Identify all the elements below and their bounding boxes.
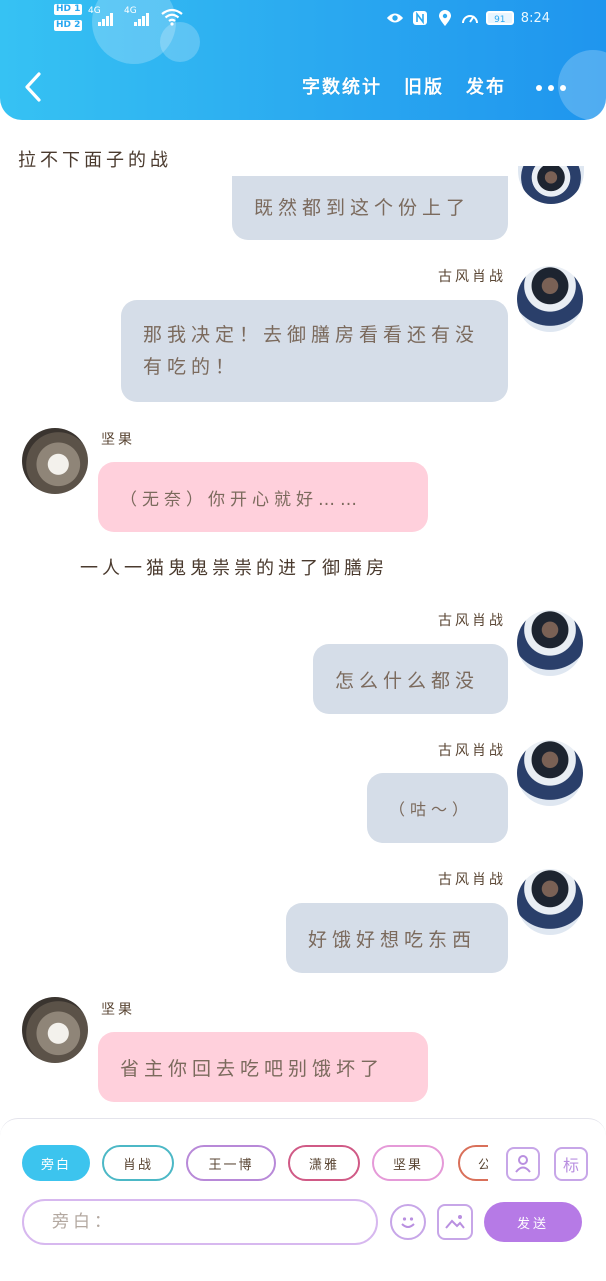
chip-wangyibo[interactable]: 王一博: [186, 1145, 276, 1181]
message-bubble[interactable]: 好饿好想吃东西: [286, 903, 508, 973]
back-button[interactable]: [20, 70, 46, 104]
more-dots-icon: [536, 85, 542, 91]
emoji-icon: [401, 1217, 415, 1228]
message-text: 那我决定！去御膳房看看还有没有吃的！: [143, 324, 480, 378]
chip-more-role[interactable]: 公: [458, 1145, 488, 1181]
signal-icon: [98, 12, 114, 26]
status-icons: 91 8:24: [386, 10, 550, 26]
battery-indicator: 91: [485, 11, 514, 25]
avatar-xiaozhan[interactable]: [518, 166, 584, 204]
wifi-icon: [160, 8, 184, 29]
sender-name: 古风肖战: [438, 743, 506, 759]
more-button[interactable]: [536, 85, 566, 91]
avatar-jianguo[interactable]: [22, 428, 88, 494]
avatar-xiaozhan[interactable]: [517, 266, 583, 332]
avatar-xiaozhan[interactable]: [517, 610, 583, 676]
sender-name: 古风肖战: [438, 269, 506, 285]
signal-icon: [134, 12, 150, 26]
eye-icon: [386, 10, 404, 26]
message-text: 省主你回去吃吧别饿坏了: [120, 1057, 385, 1080]
image-icon: [445, 1215, 465, 1229]
role-chips: 旁白 肖战 王一博 潇雅 坚果 公: [22, 1145, 488, 1185]
chat-area[interactable]: 拉不下面子的战 既然都到这个份上了 古风肖战 那我决定！去御膳房看看还有没有吃的…: [0, 120, 606, 1110]
message-bubble[interactable]: 那我决定！去御膳房看看还有没有吃的！: [121, 300, 508, 402]
send-button[interactable]: 发送: [484, 1202, 582, 1242]
message-input[interactable]: [22, 1199, 378, 1245]
old-version-link[interactable]: 旧版: [404, 73, 444, 99]
more-dot: [548, 85, 554, 91]
message-text: （咕～）: [389, 800, 474, 819]
message-bubble[interactable]: （无奈）你开心就好……: [98, 462, 428, 532]
hd2-badge: HD 2: [54, 20, 83, 31]
message-bubble[interactable]: 既然都到这个份上了: [232, 176, 508, 240]
chip-narrator[interactable]: 旁白: [22, 1145, 90, 1181]
header-links: 字数统计 旧版 发布: [302, 73, 506, 99]
message-bubble[interactable]: 省主你回去吃吧别饿坏了: [98, 1032, 428, 1102]
status-bar: HD 1 HD 2 4G 4G 91 8:24: [0, 4, 606, 36]
narration-top: 拉不下面子的战: [18, 150, 172, 171]
message-text: 既然都到这个份上了: [254, 197, 471, 219]
sender-name: 坚果: [101, 432, 135, 448]
message-text: 好饿好想吃东西: [308, 928, 477, 951]
chevron-left-icon: [25, 72, 41, 102]
word-count-link[interactable]: 字数统计: [302, 73, 382, 99]
sender-name: 古风肖战: [438, 613, 506, 629]
avatar-xiaozhan[interactable]: [517, 740, 583, 806]
clock: 8:24: [520, 10, 550, 26]
tag-label: 标: [562, 1156, 579, 1175]
chip-jianguo[interactable]: 坚果: [372, 1145, 444, 1181]
avatar-jianguo[interactable]: [22, 997, 88, 1063]
hd1-badge: HD 1: [54, 4, 83, 15]
chip-xiaoya[interactable]: 潇雅: [288, 1145, 360, 1181]
sender-name: 坚果: [101, 1002, 135, 1018]
location-icon: [436, 10, 454, 26]
sender-name: 古风肖战: [438, 872, 506, 888]
more-dot: [560, 85, 566, 91]
message-text: 怎么什么都没: [335, 669, 480, 692]
message-text: （无奈）你开心就好……: [120, 489, 362, 510]
nfc-icon: [411, 10, 429, 26]
emoji-button[interactable]: [390, 1204, 426, 1240]
person-card-icon[interactable]: [506, 1147, 540, 1181]
narration-text: 一人一猫鬼鬼祟祟的进了御膳房: [80, 558, 388, 579]
app-header: HD 1 HD 2 4G 4G 91 8:24 字数统计 旧版 发布: [0, 0, 606, 120]
message-bubble[interactable]: 怎么什么都没: [313, 644, 508, 714]
chip-xiaozhan[interactable]: 肖战: [102, 1145, 174, 1181]
message-bubble[interactable]: （咕～）: [367, 773, 508, 843]
mark-icon[interactable]: 标: [554, 1147, 588, 1181]
composer: 旁白 肖战 王一博 潇雅 坚果 公 标 发送: [0, 1118, 606, 1281]
speed-icon: [461, 10, 479, 26]
image-button[interactable]: [437, 1204, 473, 1240]
avatar-xiaozhan[interactable]: [517, 869, 583, 935]
publish-link[interactable]: 发布: [466, 73, 506, 99]
